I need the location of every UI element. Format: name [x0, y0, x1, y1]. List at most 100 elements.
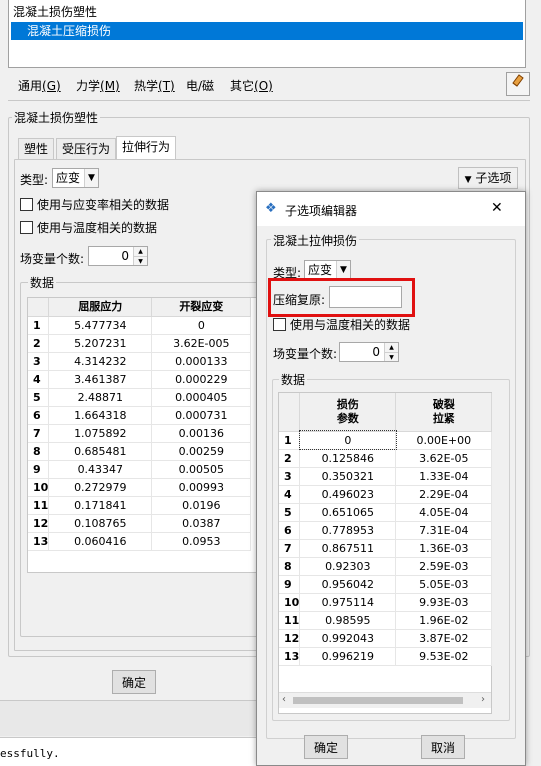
tab-plasticity[interactable]: 塑性 [18, 138, 55, 160]
scroll-left-icon[interactable]: ‹ [282, 694, 286, 705]
table-cell[interactable]: 0.000405 [151, 388, 252, 407]
table-cell[interactable]: 0.350321 [299, 467, 397, 486]
table-row[interactable]: 4 0.496023 2.29E-04 [279, 485, 493, 504]
table-cell[interactable]: 0.43347 [48, 460, 153, 479]
table-cell[interactable]: 4.314232 [48, 352, 153, 371]
table-cell[interactable]: 0.0387 [151, 514, 252, 533]
table-row[interactable]: 13 0.996219 9.53E-02 [279, 647, 493, 666]
table-cell[interactable]: 0.992043 [299, 629, 397, 648]
table-row[interactable]: 8 0.92303 2.59E-03 [279, 557, 493, 576]
table-cell[interactable]: 0.92303 [299, 557, 397, 576]
dialog-title-bar[interactable]: ❖ 子选项编辑器 ✕ [257, 192, 525, 226]
table-cell[interactable]: 7.31E-04 [395, 521, 493, 540]
table-cell[interactable]: 0.685481 [48, 442, 153, 461]
table-row[interactable]: 2 5.207231 3.62E-005 [28, 334, 252, 353]
table-cell[interactable]: 0.171841 [48, 496, 153, 515]
table-cell[interactable]: 2.48871 [48, 388, 153, 407]
table-row[interactable]: 3 4.314232 0.000133 [28, 352, 252, 371]
menu-general[interactable]: 通用(G) [18, 77, 61, 94]
table-row[interactable]: 7 1.075892 0.00136 [28, 424, 252, 443]
table-row[interactable]: 1 0 0.00E+00 [279, 430, 493, 450]
scrollbar-thumb[interactable] [293, 697, 463, 704]
table-cell[interactable]: 9.93E-03 [395, 593, 493, 612]
table-cell[interactable]: 1.96E-02 [395, 611, 493, 630]
suboption-button[interactable]: ▼ 子选项 [458, 167, 518, 189]
dialog-cancel-button[interactable]: 取消 [421, 735, 465, 759]
tab-tensile-behavior[interactable]: 拉伸行为 [116, 136, 177, 160]
dialog-temperature-checkbox[interactable]: 使用与温度相关的数据 [273, 317, 410, 333]
table-cell[interactable]: 3.461387 [48, 370, 153, 389]
spinner-up-icon[interactable]: ▲ [385, 343, 398, 352]
horizontal-scrollbar[interactable]: ‹ › [279, 692, 491, 708]
ok-button[interactable]: 确定 [112, 670, 156, 694]
menu-other[interactable]: 其它(O) [230, 77, 273, 94]
table-row[interactable]: 6 0.778953 7.31E-04 [279, 521, 493, 540]
table-row[interactable]: 9 0.956042 5.05E-03 [279, 575, 493, 594]
table-cell[interactable]: 3.87E-02 [395, 629, 493, 648]
table-cell[interactable]: 5.05E-03 [395, 575, 493, 594]
table-cell[interactable]: 0.125846 [299, 449, 397, 468]
table-row[interactable]: 7 0.867511 1.36E-03 [279, 539, 493, 558]
table-cell[interactable]: 0.98595 [299, 611, 397, 630]
behavior-item-concrete-compression-damage[interactable]: 混凝土压缩损伤 [11, 22, 523, 40]
table-cell[interactable]: 0 [298, 430, 397, 450]
field-vars-spinner[interactable]: 0 ▲ ▼ [88, 246, 148, 266]
table-cell[interactable]: 0.651065 [299, 503, 397, 522]
table-cell[interactable]: 0.00E+00 [395, 431, 493, 450]
table-cell[interactable]: 0.496023 [299, 485, 397, 504]
spinner-buttons[interactable]: ▲ ▼ [384, 343, 398, 361]
table-cell[interactable]: 0.272979 [48, 478, 153, 497]
table-row[interactable]: 11 0.98595 1.96E-02 [279, 611, 493, 630]
checkbox-box[interactable] [20, 221, 33, 234]
table-cell[interactable]: 0.000731 [151, 406, 252, 425]
table-cell[interactable]: 4.05E-04 [395, 503, 493, 522]
table-cell[interactable]: 0.996219 [299, 647, 397, 666]
menu-electromagnetic[interactable]: 电/磁 [186, 77, 214, 94]
table-cell[interactable]: 0.867511 [299, 539, 397, 558]
table-cell[interactable]: 1.075892 [48, 424, 153, 443]
table-row[interactable]: 12 0.108765 0.0387 [28, 514, 252, 533]
table-row[interactable]: 13 0.060416 0.0953 [28, 532, 252, 551]
close-icon[interactable]: ✕ [491, 200, 503, 216]
table-cell[interactable]: 0.00993 [151, 478, 252, 497]
dialog-field-vars-spinner[interactable]: 0 ▲ ▼ [339, 342, 399, 362]
spinner-up-icon[interactable]: ▲ [134, 247, 147, 256]
table-row[interactable]: 11 0.171841 0.0196 [28, 496, 252, 515]
table-cell[interactable]: 0.975114 [299, 593, 397, 612]
type-select[interactable]: 应变 ▼ [52, 168, 99, 188]
table-cell[interactable]: 1.33E-04 [395, 467, 493, 486]
table-row[interactable]: 3 0.350321 1.33E-04 [279, 467, 493, 486]
table-cell[interactable]: 0.000133 [151, 352, 252, 371]
table-cell[interactable]: 2.29E-04 [395, 485, 493, 504]
scroll-right-icon[interactable]: › [481, 694, 485, 705]
table-cell[interactable]: 0.108765 [48, 514, 153, 533]
tension-stiffening-table[interactable]: 屈服应力 开裂应变 1 5.477734 0 2 5.207231 3.62E-005 3 4… [28, 298, 252, 551]
table-row[interactable]: 2 0.125846 3.62E-05 [279, 449, 493, 468]
temperature-dependent-checkbox[interactable]: 使用与温度相关的数据 [20, 220, 157, 236]
table-cell[interactable]: 0.0196 [151, 496, 252, 515]
tab-compressive-behavior[interactable]: 受压行为 [56, 138, 117, 160]
spinner-down-icon[interactable]: ▼ [385, 352, 398, 361]
table-cell[interactable]: 0.00505 [151, 460, 252, 479]
behavior-item-concrete-damaged-plasticity[interactable]: 混凝土损伤塑性 [13, 3, 97, 21]
table-row[interactable]: 6 1.664318 0.000731 [28, 406, 252, 425]
dialog-ok-button[interactable]: 确定 [304, 735, 348, 759]
rate-dependent-checkbox[interactable]: 使用与应变率相关的数据 [20, 197, 169, 213]
table-row[interactable]: 4 3.461387 0.000229 [28, 370, 252, 389]
spinner-down-icon[interactable]: ▼ [134, 256, 147, 265]
table-cell[interactable]: 0.000229 [151, 370, 252, 389]
table-cell[interactable]: 0.956042 [299, 575, 397, 594]
table-cell[interactable]: 1.664318 [48, 406, 153, 425]
table-cell[interactable]: 0.00136 [151, 424, 252, 443]
table-row[interactable]: 10 0.272979 0.00993 [28, 478, 252, 497]
table-cell[interactable]: 3.62E-005 [151, 334, 252, 353]
table-cell[interactable]: 5.207231 [48, 334, 153, 353]
table-cell[interactable]: 5.477734 [48, 316, 153, 335]
table-cell[interactable]: 0.0953 [151, 532, 252, 551]
table-cell[interactable]: 3.62E-05 [395, 449, 493, 468]
table-row[interactable]: 8 0.685481 0.00259 [28, 442, 252, 461]
table-row[interactable]: 5 0.651065 4.05E-04 [279, 503, 493, 522]
tension-damage-table[interactable]: 损伤 参数 破裂 拉紧 1 0 0.00E+00 2 0.125846 3.62E-05 3 0.… [279, 393, 493, 666]
table-row[interactable]: 12 0.992043 3.87E-02 [279, 629, 493, 648]
dialog-type-select[interactable]: 应变 ▼ [304, 260, 351, 280]
